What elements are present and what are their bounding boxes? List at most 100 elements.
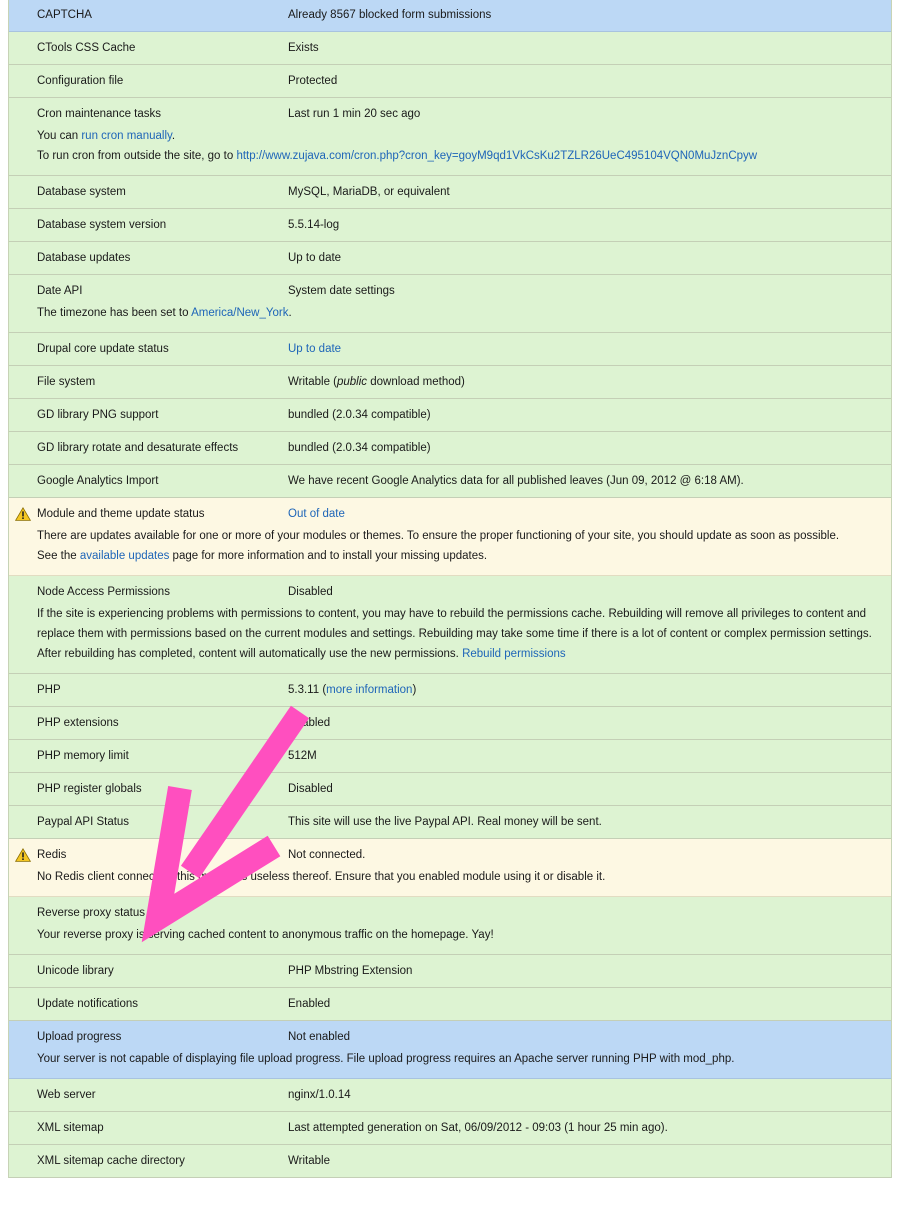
status-title: Module and theme update status [37,508,205,520]
status-value: System date settings [288,285,395,297]
status-value: PHP Mbstring Extension [288,965,413,977]
status-value: Disabled [288,586,333,598]
status-title: Cron maintenance tasks [37,108,162,120]
status-title: GD library rotate and desaturate effects [37,442,239,454]
status-title: Database updates [37,252,131,264]
cron-url-link[interactable]: http://www.zujava.com/cron.php?cron_key=… [236,150,757,162]
status-row-ctools: CTools CSS Cache Exists [9,32,891,65]
status-title: Web server [37,1089,96,1101]
status-row-gd-rotate: GD library rotate and desaturate effects… [9,432,891,465]
status-value: We have recent Google Analytics data for… [288,475,744,487]
status-row-xml-sitemap: XML sitemap Last attempted generation on… [9,1112,891,1145]
status-row-db-updates: Database updates Up to date [9,242,891,275]
status-value: Disabled [288,783,333,795]
status-row-ga-import: Google Analytics Import We have recent G… [9,465,891,498]
status-value: Exists [288,42,319,54]
status-row-upload-progress: Upload progress Not enabled Your server … [9,1021,891,1079]
status-row-file-system: File system Writable (public download me… [9,366,891,399]
status-row-db-system: Database system MySQL, MariaDB, or equiv… [9,176,891,209]
status-row-core-update: Drupal core update status Up to date [9,333,891,366]
status-value: bundled (2.0.34 compatible) [288,442,431,454]
status-row-captcha: CAPTCHA Already 8567 blocked form submis… [9,0,891,32]
status-row-module-update: Module and theme update status Out of da… [9,498,891,576]
status-title: Unicode library [37,965,114,977]
status-title: PHP memory limit [37,750,129,762]
status-title: Reverse proxy status [37,907,146,919]
value-text: 5.3.11 ( [288,684,327,696]
value-text: download method) [367,376,465,388]
status-row-php: PHP 5.3.11 (more information) [9,674,891,707]
status-title: Update notifications [37,998,139,1010]
rebuild-permissions-link[interactable]: Rebuild permissions [462,648,566,660]
status-title: Redis [37,849,67,861]
desc-text: To run cron from outside the site, go to [37,150,237,162]
status-row-config: Configuration file Protected [9,65,891,98]
status-value: MySQL, MariaDB, or equivalent [288,186,450,198]
status-value: Protected [288,75,338,87]
status-row-date-api: Date API System date settings The timezo… [9,275,891,333]
status-title: PHP [37,684,61,696]
status-title: PHP extensions [37,717,119,729]
status-value: 5.3.11 (more information) [288,684,416,696]
status-row-db-version: Database system version 5.5.14-log [9,209,891,242]
status-title: CAPTCHA [37,9,92,21]
value-emphasis: public [337,376,368,388]
status-value: Already 8567 blocked form submissions [288,9,492,21]
status-value: Writable (public download method) [288,376,465,388]
status-value: Last attempted generation on Sat, 06/09/… [288,1122,668,1134]
status-value: 512M [288,750,317,762]
status-row-redis: Redis Not connected. No Redis client con… [9,839,891,897]
status-row-paypal: Paypal API Status This site will use the… [9,806,891,839]
status-title: XML sitemap [37,1122,104,1134]
status-row-php-ext: PHP extensions Enabled [9,707,891,740]
status-title: Node Access Permissions [37,586,170,598]
status-row-cron: Cron maintenance tasks Last run 1 min 20… [9,98,891,176]
out-of-date-link[interactable]: Out of date [288,508,345,520]
status-title: Upload progress [37,1031,122,1043]
core-update-link[interactable]: Up to date [288,343,341,355]
status-value: Last run 1 min 20 sec ago [288,108,421,120]
status-value: Writable [288,1155,330,1167]
status-report: CAPTCHA Already 8567 blocked form submis… [8,0,892,1178]
status-row-php-globals: PHP register globals Disabled [9,773,891,806]
status-row-update-notifications: Update notifications Enabled [9,988,891,1021]
run-cron-link[interactable]: run cron manually [81,130,172,142]
more-information-link[interactable]: more information [326,684,412,696]
status-description: No Redis client connected, this module i… [9,867,891,896]
status-title: Drupal core update status [37,343,169,355]
status-title: Configuration file [37,75,124,87]
status-description: Your server is not capable of displaying… [9,1049,891,1078]
value-text: Writable ( [288,376,337,388]
status-row-web-server: Web server nginx/1.0.14 [9,1079,891,1112]
status-title: XML sitemap cache directory [37,1155,185,1167]
timezone-link[interactable]: America/New_York [191,307,288,319]
status-row-gd-png: GD library PNG support bundled (2.0.34 c… [9,399,891,432]
status-description: The timezone has been set to America/New… [9,303,891,332]
status-value: This site will use the live Paypal API. … [288,816,602,828]
desc-text: See the [37,550,80,562]
status-value: bundled (2.0.34 compatible) [288,409,431,421]
status-row-node-access: Node Access Permissions Disabled If the … [9,576,891,674]
desc-text: The timezone has been set to [37,307,192,319]
status-description: You can run cron manually. To run cron f… [9,126,891,175]
status-row-reverse-proxy: Reverse proxy status Your reverse proxy … [9,897,891,955]
status-title: File system [37,376,96,388]
status-row-unicode: Unicode library PHP Mbstring Extension [9,955,891,988]
status-title: Database system [37,186,126,198]
value-text: ) [412,684,417,696]
status-value: Up to date [288,252,342,264]
status-value: 5.5.14-log [288,219,340,231]
status-title: CTools CSS Cache [37,42,136,54]
status-value: Not enabled [288,1031,351,1043]
status-title: PHP register globals [37,783,142,795]
status-description: There are updates available for one or m… [9,526,891,575]
status-title: Database system version [37,219,167,231]
desc-text: You can [37,130,82,142]
status-description: If the site is experiencing problems wit… [9,604,891,673]
status-value: Enabled [288,717,331,729]
status-title: GD library PNG support [37,409,159,421]
available-updates-link[interactable]: available updates [80,550,170,562]
status-row-php-mem: PHP memory limit 512M [9,740,891,773]
status-value: Enabled [288,998,331,1010]
desc-text: . [171,130,176,142]
